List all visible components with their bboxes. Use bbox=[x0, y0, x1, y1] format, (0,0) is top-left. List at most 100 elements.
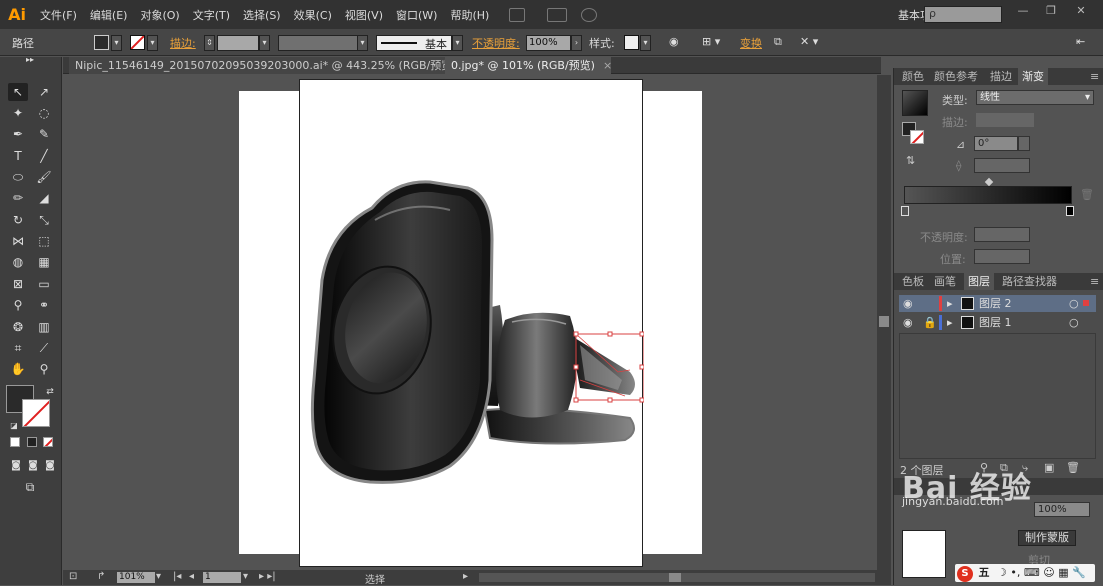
brush-dropdown[interactable]: ▾ bbox=[452, 35, 463, 51]
reverse-gradient-icon[interactable]: ⇅ bbox=[906, 154, 915, 167]
tab-stroke[interactable]: 描边 bbox=[986, 68, 1016, 85]
magic-wand-tool-icon[interactable]: ✦ bbox=[8, 104, 28, 122]
opacity-input[interactable]: 100% bbox=[526, 35, 571, 51]
expand-layer-icon[interactable]: ▸ bbox=[947, 314, 953, 331]
aspect-ratio-input[interactable] bbox=[974, 158, 1030, 173]
layer-name[interactable]: 图层 1 bbox=[979, 314, 1012, 331]
shape-builder-tool-icon[interactable]: ◍ bbox=[8, 253, 28, 271]
menu-type[interactable]: 文字(T) bbox=[193, 7, 230, 23]
layer-name[interactable]: 图层 2 bbox=[979, 295, 1012, 312]
free-transform-tool-icon[interactable]: ⬚ bbox=[34, 232, 54, 250]
perspective-grid-tool-icon[interactable]: ▦ bbox=[34, 253, 54, 271]
swap-fill-stroke-icon[interactable]: ⇄ bbox=[40, 383, 60, 401]
menu-object[interactable]: 对象(O) bbox=[140, 7, 179, 23]
type-tool-icon[interactable]: T bbox=[8, 147, 28, 165]
minimize-button[interactable]: — bbox=[1012, 4, 1034, 18]
gpu-performance-icon[interactable] bbox=[581, 7, 598, 22]
canvas-area[interactable] bbox=[63, 75, 877, 570]
artboard-nav-icon[interactable]: ⊡ bbox=[69, 571, 77, 582]
stroke-weight-stepper[interactable]: ⇕ bbox=[204, 35, 215, 51]
draw-inside-icon[interactable]: ◙ bbox=[40, 457, 60, 475]
selection-tool-icon[interactable]: ↖ bbox=[8, 83, 28, 101]
layer-row[interactable]: ◉ 🔒 ▸ 图层 1 ○ bbox=[899, 314, 1096, 331]
paintbrush-tool-icon[interactable]: 🖌 bbox=[34, 168, 54, 186]
keyboard-icon[interactable]: ⌨ bbox=[1024, 566, 1040, 579]
eraser-tool-icon[interactable]: ◢ bbox=[34, 189, 54, 207]
artboard-dropdown-icon[interactable]: ▾ bbox=[243, 571, 248, 582]
rotate-tool-icon[interactable]: ↻ bbox=[8, 211, 28, 229]
gradient-position-input[interactable] bbox=[974, 249, 1030, 264]
tab-color[interactable]: 颜色 bbox=[898, 68, 928, 85]
make-mask-button[interactable]: 制作蒙版 bbox=[1018, 530, 1076, 546]
layer-row[interactable]: ◉ ▸ 图层 2 ○ bbox=[899, 295, 1096, 312]
more-options-icon[interactable]: ✕ ▾ bbox=[800, 35, 818, 48]
artboard-number-field[interactable]: 1 bbox=[203, 572, 241, 583]
tab-layers[interactable]: 图层 bbox=[964, 273, 994, 290]
graphic-style-dropdown[interactable]: ▾ bbox=[640, 35, 651, 51]
menu-file[interactable]: 文件(F) bbox=[40, 7, 77, 23]
gradient-preview[interactable] bbox=[902, 90, 928, 116]
line-tool-icon[interactable]: ╱ bbox=[34, 147, 54, 165]
ime-mode-label[interactable]: 五 bbox=[979, 566, 990, 579]
fill-swatch[interactable] bbox=[94, 35, 109, 50]
screen-mode-icon[interactable]: ⧉ bbox=[20, 478, 40, 496]
horizontal-scrollbar[interactable] bbox=[479, 573, 875, 582]
slice-tool-icon[interactable]: ⟋ bbox=[34, 339, 54, 357]
gradient-stop-left[interactable] bbox=[901, 206, 909, 216]
export-icon[interactable]: ↱ bbox=[97, 571, 105, 582]
new-layer-icon[interactable]: ▣ bbox=[1044, 461, 1054, 474]
next-artboard-icon[interactable]: ▸ ▸| bbox=[259, 571, 276, 582]
moon-icon[interactable]: ☽ bbox=[997, 566, 1007, 579]
panel-menu-icon[interactable]: ⇤ bbox=[1076, 35, 1085, 48]
stroke-color-swatch[interactable] bbox=[22, 399, 50, 427]
bridge-icon[interactable] bbox=[509, 7, 526, 22]
arrange-documents-icon[interactable] bbox=[547, 7, 568, 22]
zoom-tool-icon[interactable]: ⚲ bbox=[34, 360, 54, 378]
color-mode-icon[interactable] bbox=[10, 437, 20, 447]
direct-selection-tool-icon[interactable]: ↗ bbox=[34, 83, 54, 101]
pencil-tool-icon[interactable]: ✏ bbox=[8, 189, 28, 207]
tab-gradient[interactable]: 渐变 bbox=[1018, 68, 1048, 85]
ellipse-tool-icon[interactable]: ⬭ bbox=[8, 168, 28, 186]
width-tool-icon[interactable]: ⋈ bbox=[8, 232, 28, 250]
hand-tool-icon[interactable]: ✋ bbox=[8, 360, 28, 378]
layers-options-icon[interactable]: ≡ bbox=[1086, 273, 1103, 290]
tab-color-guide[interactable]: 颜色参考 bbox=[930, 68, 982, 85]
gradient-stop-right[interactable] bbox=[1066, 206, 1074, 216]
mesh-tool-icon[interactable]: ⊠ bbox=[8, 275, 28, 293]
status-menu-icon[interactable]: ▸ bbox=[463, 571, 468, 582]
grid-icon[interactable]: ▦ bbox=[1058, 566, 1068, 579]
stroke-weight-dropdown[interactable]: ▾ bbox=[259, 35, 270, 51]
panel-options-icon[interactable]: ≡ bbox=[1086, 68, 1103, 85]
opacity-label[interactable]: 不透明度: bbox=[472, 35, 520, 51]
expand-layer-icon[interactable]: ▸ bbox=[947, 295, 953, 312]
curvature-tool-icon[interactable]: ✎ bbox=[34, 125, 54, 143]
stroke-swatch[interactable] bbox=[130, 35, 145, 50]
isolate-icon[interactable]: ⧉ bbox=[774, 35, 782, 49]
angle-input[interactable]: 0° bbox=[974, 136, 1018, 151]
visibility-eye-icon[interactable]: ◉ bbox=[903, 295, 913, 312]
angle-dropdown[interactable] bbox=[1018, 136, 1030, 151]
visibility-eye-icon[interactable]: ◉ bbox=[903, 314, 913, 331]
default-fill-stroke-icon[interactable]: ◪ bbox=[4, 417, 24, 435]
align-icon[interactable]: ⊞ ▾ bbox=[702, 35, 720, 48]
menu-view[interactable]: 视图(V) bbox=[345, 7, 383, 23]
tab-swatches[interactable]: 色板 bbox=[898, 273, 928, 290]
delete-layer-icon[interactable]: 🗑 bbox=[1066, 461, 1080, 474]
tab-jpg-document[interactable]: 0.jpg* @ 101% (RGB/预览) × bbox=[445, 57, 612, 74]
gradient-slider[interactable] bbox=[904, 186, 1072, 204]
column-graph-tool-icon[interactable]: ▥ bbox=[34, 318, 54, 336]
zoom-level-field[interactable]: 101% bbox=[117, 572, 155, 583]
pen-tool-icon[interactable]: ✒ bbox=[8, 125, 28, 143]
target-icon[interactable]: ○ bbox=[1069, 295, 1079, 312]
horizontal-scroll-thumb[interactable] bbox=[669, 573, 681, 582]
target-icon[interactable]: ○ bbox=[1069, 314, 1079, 331]
menu-window[interactable]: 窗口(W) bbox=[396, 7, 437, 23]
gradient-type-select[interactable]: 线性 ▾ bbox=[976, 90, 1094, 105]
eyedropper-tool-icon[interactable]: ⚲ bbox=[8, 296, 28, 314]
gradient-mode-icon[interactable] bbox=[27, 437, 37, 447]
stroke-mini-icon[interactable] bbox=[910, 130, 924, 144]
none-mode-icon[interactable] bbox=[43, 437, 53, 447]
search-input[interactable]: ρ bbox=[924, 6, 1002, 23]
previous-artboard-icon[interactable]: ◂ bbox=[189, 571, 194, 582]
